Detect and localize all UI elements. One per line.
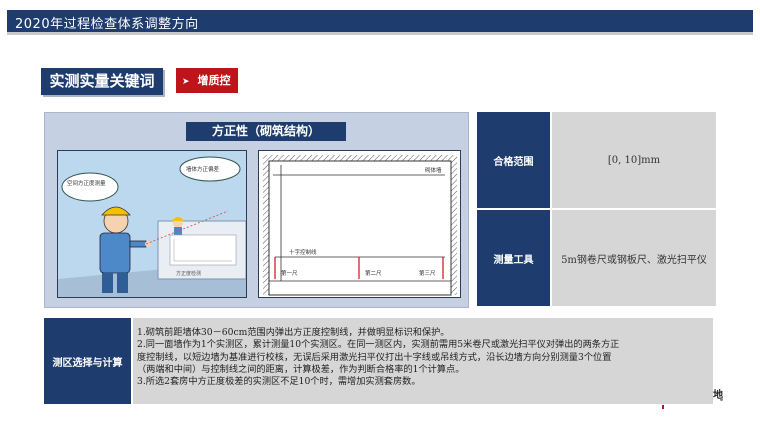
- header-bar: 2020年过程检查体系调整方向: [7, 10, 753, 35]
- table-header-tools: 测量工具: [477, 210, 550, 306]
- floor-plan-diagram: 砌体墙 十字控制线 第一尺 第二尺 第三尺: [263, 155, 457, 296]
- keyword-label: 实测实量关键词: [41, 68, 163, 95]
- table-value-tools: 5m钢卷尺或钢板尺、激光扫平仪: [552, 210, 716, 306]
- ruler-1-label: 第一尺: [281, 269, 298, 277]
- method-line-3: 度控制线，以短边墙为基准进行校核，无误后采用激光扫平仪打出十字线或吊线方式，沿长…: [137, 351, 612, 363]
- method-section: 测区选择与计算 1.砌筑前距墙体30－60cm范围内弹出方正度控制线，并做明显标…: [44, 318, 713, 404]
- ruler-3-label: 第三尺: [419, 269, 436, 277]
- wall-label: 砌体墙: [425, 166, 442, 174]
- screen-label: 方正度检测: [176, 270, 201, 277]
- slide-header: 2020年过程检查体系调整方向: [0, 0, 760, 44]
- ruler-2-label: 第二尺: [365, 269, 382, 277]
- tag-badge: ➤ 增质控: [176, 68, 238, 93]
- corner-dot: [720, 398, 723, 401]
- method-header: 测区选择与计算: [44, 318, 131, 404]
- tag-label: 增质控: [197, 74, 231, 87]
- page-title: 2020年过程检查体系调整方向: [15, 17, 199, 32]
- table-value-range: [0, 10]mm: [552, 112, 716, 208]
- chevron-right-icon: ➤: [182, 77, 190, 87]
- bubble-text-1: 空间方正度测量: [67, 179, 106, 187]
- measurement-drawing: 砌体墙 十字控制线 第一尺 第二尺 第三尺: [258, 150, 461, 298]
- method-line-2: 2.同一面墙作为1个实测区，累计测量10个实测区。在同一测区内，实测前需用5米卷…: [137, 339, 620, 351]
- method-text: 1.砌筑前距墙体30－60cm范围内弹出方正度控制线，并做明显标识和保护。 2.…: [133, 318, 713, 404]
- spec-table: 合格范围 [0, 10]mm 测量工具 5m钢卷尺或钢板尺、激光扫平仪: [477, 112, 716, 306]
- method-line-4: （两端和中间）与控制线之间的距离，计算极差，作为判断合格率的1个计算点。: [137, 363, 465, 375]
- control-line-label: 十字控制线: [289, 248, 317, 256]
- red-marker: [662, 405, 664, 409]
- worker-illustration: 空间方正度测量 墙体方正偏差 方正度检测: [57, 150, 247, 298]
- method-line-1: 1.砌筑前距墙体30－60cm范围内弹出方正度控制线，并做明显标识和保护。: [137, 327, 450, 338]
- illustration-panel: 方正性（砌筑结构） 空间方正度测量 墙体方正偏差 方正度检测 砌体墙 十字控制线…: [44, 112, 469, 308]
- worker-scene-image: 空间方正度测量 墙体方正偏差 方正度检测: [58, 151, 246, 297]
- bubble-text-2: 墙体方正偏差: [186, 165, 220, 173]
- method-line-5: 3.所选2套房中方正度极差的实测区不足10个时，需增加实测套房数。: [137, 376, 421, 388]
- table-header-range: 合格范围: [477, 112, 550, 208]
- illustration-title: 方正性（砌筑结构）: [186, 122, 346, 141]
